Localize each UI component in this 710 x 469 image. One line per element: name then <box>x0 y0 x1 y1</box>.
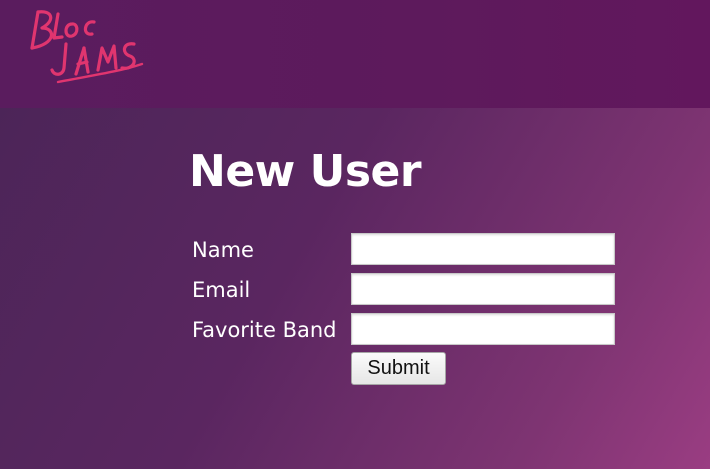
main-content: New User Name Email Favorite Band Submit <box>0 108 710 469</box>
page-title: New User <box>189 146 422 197</box>
navbar <box>0 0 710 108</box>
favorite-band-row: Favorite Band <box>192 312 622 348</box>
submit-button[interactable]: Submit <box>351 352 446 385</box>
name-row: Name <box>192 232 622 268</box>
favorite-band-input[interactable] <box>351 313 615 345</box>
email-input[interactable] <box>351 273 615 305</box>
email-label: Email <box>192 278 251 302</box>
email-row: Email <box>192 272 622 308</box>
favorite-band-label: Favorite Band <box>192 318 337 342</box>
name-input[interactable] <box>351 233 615 265</box>
bloc-jams-logo[interactable] <box>18 4 148 94</box>
name-label: Name <box>192 238 254 262</box>
